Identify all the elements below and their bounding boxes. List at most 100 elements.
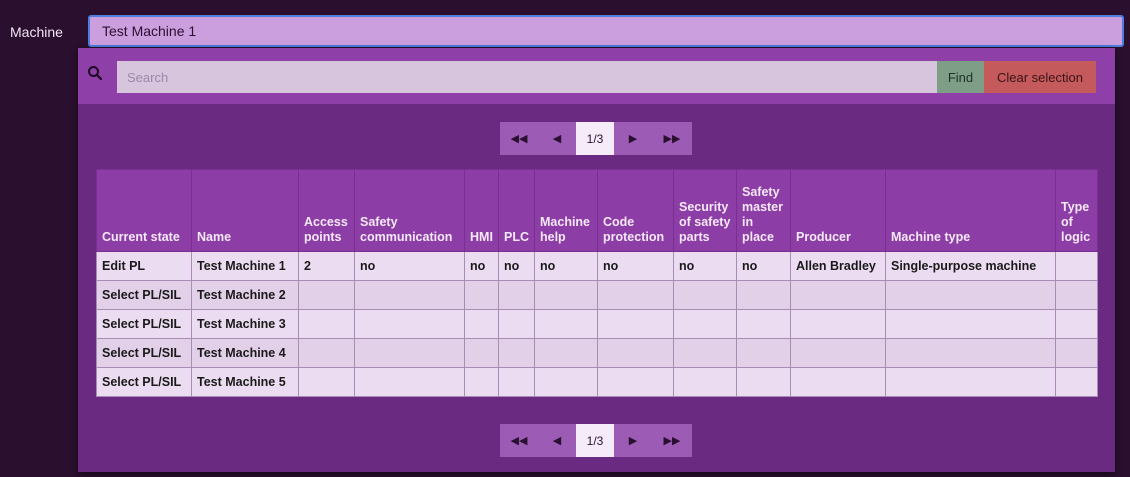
search-icon	[88, 66, 103, 81]
prev-page-icon[interactable]: ◀	[538, 424, 576, 457]
table-cell: Single-purpose machine	[885, 251, 1056, 281]
table-cell	[790, 280, 886, 310]
table-cell	[1055, 338, 1098, 368]
pagination-bottom: ◀◀ ◀ 1/3 ▶ ▶▶	[500, 424, 692, 457]
table-cell: no	[464, 251, 499, 281]
table-cell: Test Machine 1	[191, 251, 299, 281]
table-cell: Test Machine 3	[191, 309, 299, 339]
first-page-icon[interactable]: ◀◀	[500, 122, 538, 155]
table-row[interactable]: Select PL/SIL Test Machine 3	[96, 309, 1098, 339]
table-cell	[298, 280, 355, 310]
table-cell: no	[673, 251, 737, 281]
table-row[interactable]: Select PL/SIL Test Machine 2	[96, 280, 1098, 310]
table-cell	[885, 280, 1056, 310]
table-cell	[464, 367, 499, 397]
table-cell	[736, 367, 791, 397]
table-cell	[534, 338, 598, 368]
table-cell	[1055, 367, 1098, 397]
column-header[interactable]: Access points	[298, 169, 355, 252]
machine-table: Current state Name Access points Safety …	[96, 169, 1098, 397]
clear-selection-button[interactable]: Clear selection	[984, 61, 1096, 93]
search-input[interactable]	[117, 61, 937, 93]
table-cell	[354, 367, 465, 397]
table-cell	[354, 309, 465, 339]
search-bar: Find Clear selection	[78, 48, 1115, 104]
table-cell	[498, 280, 535, 310]
column-header[interactable]: Current state	[96, 169, 192, 252]
column-header[interactable]: Code protection	[597, 169, 674, 252]
table-cell	[498, 309, 535, 339]
table-cell: Test Machine 5	[191, 367, 299, 397]
column-header[interactable]: Type of logic	[1055, 169, 1098, 252]
column-header[interactable]: Security of safety parts	[673, 169, 737, 252]
table-cell	[464, 338, 499, 368]
next-page-icon[interactable]: ▶	[614, 424, 652, 457]
table-cell: 2	[298, 251, 355, 281]
table-cell: Select PL/SIL	[96, 338, 192, 368]
table-cell	[464, 280, 499, 310]
column-header[interactable]: Machine type	[885, 169, 1056, 252]
table-cell	[534, 280, 598, 310]
table-cell	[534, 367, 598, 397]
table-cell: Select PL/SIL	[96, 309, 192, 339]
machine-label: Machine	[10, 24, 63, 40]
table-cell	[790, 309, 886, 339]
table-cell	[597, 309, 674, 339]
table-cell	[498, 338, 535, 368]
table-cell	[498, 367, 535, 397]
table-cell: no	[498, 251, 535, 281]
table-cell	[298, 309, 355, 339]
table-cell	[597, 367, 674, 397]
table-cell	[673, 309, 737, 339]
table-cell: Select PL/SIL	[96, 280, 192, 310]
table-cell	[298, 338, 355, 368]
table-header-row: Current state Name Access points Safety …	[96, 169, 1098, 252]
current-page-indicator: 1/3	[576, 122, 614, 155]
table-cell	[1055, 309, 1098, 339]
column-header[interactable]: Safety master in place	[736, 169, 791, 252]
machine-dropdown-panel: Find Clear selection ◀◀ ◀ 1/3 ▶ ▶▶ Curre…	[78, 48, 1115, 472]
table-cell: no	[597, 251, 674, 281]
table-cell	[736, 309, 791, 339]
table-cell	[597, 338, 674, 368]
table-cell	[885, 338, 1056, 368]
table-cell	[354, 338, 465, 368]
table-cell	[790, 367, 886, 397]
table-cell	[464, 309, 499, 339]
table-cell	[885, 309, 1056, 339]
last-page-icon[interactable]: ▶▶	[652, 122, 692, 155]
next-page-icon[interactable]: ▶	[614, 122, 652, 155]
table-cell	[1055, 251, 1098, 281]
table-cell: Test Machine 2	[191, 280, 299, 310]
table-row[interactable]: Edit PL Test Machine 1 2 no no no no no …	[96, 251, 1098, 281]
first-page-icon[interactable]: ◀◀	[500, 424, 538, 457]
column-header[interactable]: Machine help	[534, 169, 598, 252]
table-cell	[298, 367, 355, 397]
column-header[interactable]: Name	[191, 169, 299, 252]
find-button[interactable]: Find	[937, 61, 984, 93]
table-cell	[673, 367, 737, 397]
table-cell	[736, 280, 791, 310]
table-row[interactable]: Select PL/SIL Test Machine 5	[96, 367, 1098, 397]
table-cell: Select PL/SIL	[96, 367, 192, 397]
table-cell: Test Machine 4	[191, 338, 299, 368]
table-cell	[673, 338, 737, 368]
prev-page-icon[interactable]: ◀	[538, 122, 576, 155]
table-cell: no	[736, 251, 791, 281]
table-cell: no	[354, 251, 465, 281]
current-page-indicator: 1/3	[576, 424, 614, 457]
pagination-top: ◀◀ ◀ 1/3 ▶ ▶▶	[500, 122, 692, 155]
column-header[interactable]: PLC	[498, 169, 535, 252]
machine-select[interactable]: Test Machine 1	[88, 15, 1124, 47]
last-page-icon[interactable]: ▶▶	[652, 424, 692, 457]
table-cell	[885, 367, 1056, 397]
column-header[interactable]: Producer	[790, 169, 886, 252]
table-row[interactable]: Select PL/SIL Test Machine 4	[96, 338, 1098, 368]
table-cell	[673, 280, 737, 310]
table-cell	[534, 309, 598, 339]
table-cell: Allen Bradley	[790, 251, 886, 281]
column-header[interactable]: Safety communication	[354, 169, 465, 252]
table-cell	[597, 280, 674, 310]
table-cell	[736, 338, 791, 368]
column-header[interactable]: HMI	[464, 169, 499, 252]
